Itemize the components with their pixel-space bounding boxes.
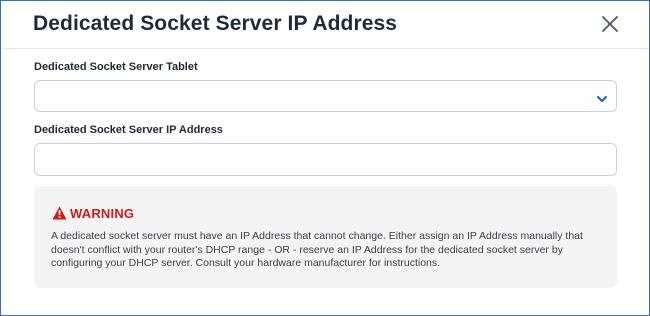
close-x-icon <box>602 16 618 32</box>
dialog: Dedicated Socket Server IP Address Dedic… <box>0 0 650 316</box>
warning-triangle-icon <box>52 206 67 220</box>
chevron-down-icon <box>596 91 608 109</box>
dialog-header: Dedicated Socket Server IP Address <box>1 1 649 49</box>
warning-heading: WARNING <box>52 205 134 221</box>
tablet-field-label: Dedicated Socket Server Tablet <box>34 61 198 73</box>
warning-panel: WARNING A dedicated socket server must h… <box>34 186 617 288</box>
warning-title: WARNING <box>70 205 135 221</box>
dialog-title: Dedicated Socket Server IP Address <box>33 12 398 35</box>
warning-message: A dedicated socket server must have an I… <box>51 230 583 269</box>
close-button[interactable] <box>599 13 621 35</box>
ip-address-input[interactable] <box>34 143 617 176</box>
tablet-select[interactable] <box>34 80 617 112</box>
ip-field-label: Dedicated Socket Server IP Address <box>34 124 223 136</box>
